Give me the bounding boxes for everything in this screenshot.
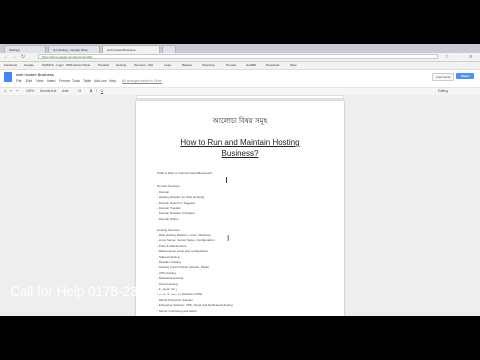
document-line: - Domain Search or Suggest bbox=[157, 200, 195, 205]
document-line: - Hosting Control Panel (cPanel, Plesk) bbox=[157, 265, 210, 270]
address-bar[interactable]: https://docs.google.com/document/d/1 bbox=[38, 54, 438, 59]
bookmark-item[interactable]: Backup bbox=[182, 63, 192, 68]
menu-tools[interactable]: Tools bbox=[72, 79, 80, 83]
tab-label: web hosted Business... bbox=[107, 48, 138, 52]
bookmark-item[interactable]: Google bbox=[24, 63, 34, 68]
mouse-ibeam-cursor: I bbox=[227, 234, 230, 243]
menu-insert[interactable]: Insert bbox=[47, 79, 55, 83]
editing-mode-select[interactable]: Editing bbox=[438, 89, 448, 94]
screen: Settings (1) Hosting - Google Drive web … bbox=[0, 44, 480, 316]
bookmark-item[interactable]: SMS Admin Panel bbox=[66, 63, 90, 68]
bookmark-item[interactable]: Portable bbox=[98, 63, 109, 68]
browser-tab-active[interactable]: web hosted Business... bbox=[102, 45, 160, 53]
document-line: - Linux Server: Server Setup, Configurat… bbox=[157, 238, 215, 243]
menu-view[interactable]: View bbox=[36, 79, 43, 83]
browser-tab[interactable]: (1) Hosting - Google Drive bbox=[48, 45, 100, 53]
underline-icon[interactable]: U bbox=[101, 89, 103, 94]
bookmarks-bar: Facebook Google WHMCS - Login SMS Admin … bbox=[0, 62, 480, 70]
bookmark-item[interactable]: Sites bbox=[290, 63, 297, 68]
zoom-select[interactable]: 100% bbox=[26, 89, 34, 94]
docs-toolbar: ⎙ ↶ ↷ 100% Normal text Arial 11 B I U Ed… bbox=[0, 87, 480, 95]
bookmark-item[interactable]: Shopping bbox=[202, 63, 215, 68]
bookmark-item[interactable]: Hosting bbox=[116, 63, 126, 68]
browser-tab-strip: Settings (1) Hosting - Google Drive web … bbox=[0, 44, 480, 53]
bookmark-item[interactable]: Services - WH bbox=[134, 63, 153, 68]
menu-icon[interactable]: ≡ bbox=[468, 54, 474, 60]
document-line: - Dedicated Hosting bbox=[157, 276, 184, 281]
menu-file[interactable]: File bbox=[16, 79, 21, 83]
font-select[interactable]: Arial bbox=[62, 89, 68, 94]
font-size-select[interactable]: 11 bbox=[78, 89, 81, 94]
document-line: - Maintenance setup and configuration bbox=[157, 249, 209, 254]
menu-table[interactable]: Table bbox=[83, 79, 91, 83]
address-text: https://docs.google.com/document/d/1 bbox=[42, 55, 93, 59]
document-line: - Enterprise Solution: VPS, Cloud and De… bbox=[157, 303, 233, 308]
document-title[interactable]: web hosted Business bbox=[16, 72, 54, 77]
docs-header: web hosted Business File Edit View Inser… bbox=[0, 70, 480, 95]
document-line: Hosting Services bbox=[157, 227, 180, 232]
document-line: - Web Hosting Platform: Linux, Windows bbox=[157, 233, 211, 237]
bookmark-item[interactable]: Download bbox=[266, 63, 279, 68]
document-line: - Domain Whois bbox=[157, 216, 179, 221]
ruler[interactable] bbox=[136, 95, 344, 99]
menu-format[interactable]: Format bbox=[59, 79, 70, 83]
document-line: - VPS Hosting bbox=[157, 270, 176, 275]
share-button[interactable]: Share bbox=[456, 73, 474, 79]
document-line: - Domain bbox=[157, 189, 170, 194]
print-icon[interactable]: ⎙ bbox=[4, 89, 7, 94]
bengali-heading: আলোচ্য বিষয় সমূহ bbox=[212, 117, 268, 125]
document-line: - Domain Transfer bbox=[157, 206, 182, 210]
menu-help[interactable]: Help bbox=[109, 79, 116, 83]
new-tab-button[interactable] bbox=[162, 45, 176, 53]
document-line: - Server monitoring and Alerts bbox=[157, 308, 197, 313]
menu-edit[interactable]: Edit bbox=[26, 79, 32, 83]
bookmark-item[interactable]: WHMCS - Login bbox=[42, 63, 64, 68]
help-overlay-text: Call for Help 0178-2391-434 bbox=[10, 284, 180, 299]
browser-tab[interactable]: Settings bbox=[4, 45, 46, 53]
document-heading: How to Run and Maintain Hosting Business… bbox=[180, 138, 300, 158]
document-line: - Price & Maintenance bbox=[157, 243, 187, 248]
address-row: ← → ↻ https://docs.google.com/document/d… bbox=[0, 53, 480, 62]
comments-button[interactable]: Comments bbox=[432, 73, 454, 81]
redo-icon[interactable]: ↷ bbox=[16, 89, 19, 94]
forward-icon[interactable]: → bbox=[11, 54, 17, 60]
reload-icon[interactable]: ↻ bbox=[20, 54, 26, 60]
star-icon[interactable]: ☆ bbox=[444, 54, 450, 60]
tab-label: (1) Hosting - Google Drive bbox=[53, 48, 88, 52]
back-icon[interactable]: ← bbox=[3, 54, 9, 60]
bookmark-item[interactable]: Login bbox=[164, 63, 171, 68]
last-edit-link[interactable]: All changes saved in Drive bbox=[122, 79, 162, 83]
text-cursor bbox=[226, 177, 227, 183]
tab-label: Settings bbox=[9, 48, 20, 52]
document-line: - Reseller Hosting bbox=[157, 260, 181, 264]
bold-icon[interactable]: B bbox=[90, 89, 92, 94]
style-select[interactable]: Normal text bbox=[40, 89, 56, 94]
document-line: Domain Services bbox=[157, 184, 180, 189]
bookmark-item[interactable]: HostBD bbox=[246, 63, 256, 68]
document-line: - Shared Hosting bbox=[157, 254, 180, 259]
undo-icon[interactable]: ↶ bbox=[10, 89, 13, 94]
bookmark-item[interactable]: Domain bbox=[226, 63, 236, 68]
bookmark-item[interactable]: Facebook bbox=[4, 63, 17, 68]
menu-addons[interactable]: Add-ons bbox=[94, 79, 107, 83]
question-line: What is Web or Internet based Business? bbox=[157, 171, 213, 175]
italic-icon[interactable]: I bbox=[96, 89, 97, 94]
document-line: - Domain Reseller Configure bbox=[157, 211, 195, 216]
document-line: - Hosting Reseller (or Web Hosting) bbox=[157, 195, 205, 200]
docs-logo-icon[interactable] bbox=[4, 72, 12, 82]
